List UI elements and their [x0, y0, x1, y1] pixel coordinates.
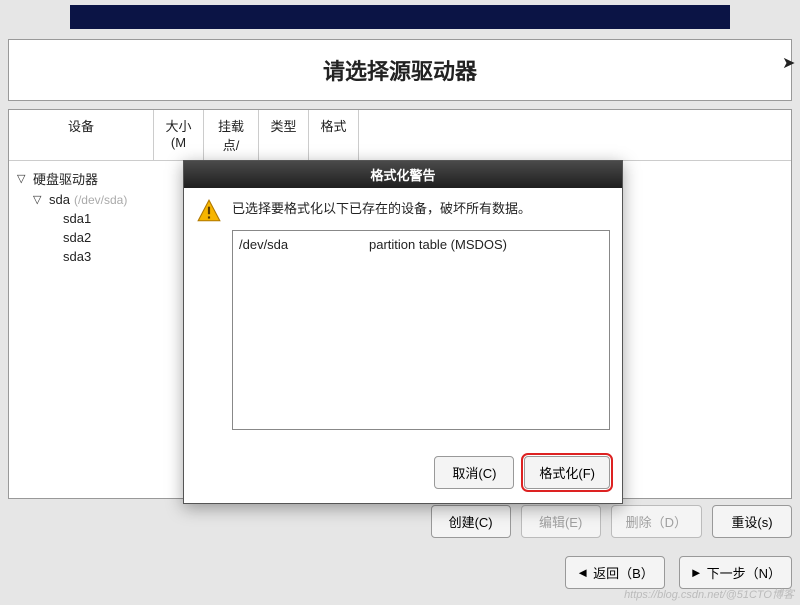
device-desc: partition table (MSDOS)	[369, 237, 507, 252]
col-device[interactable]: 设备	[9, 110, 154, 160]
col-format[interactable]: 格式	[309, 110, 359, 160]
delete-button: 删除（D）	[611, 505, 702, 538]
cancel-button[interactable]: 取消(C)	[434, 456, 514, 489]
warning-icon	[196, 198, 222, 224]
part-name: sda2	[63, 230, 163, 245]
col-size-line1: 大小	[165, 119, 191, 134]
format-button[interactable]: 格式化(F)	[524, 456, 610, 489]
col-size[interactable]: 大小 (M	[154, 110, 204, 160]
next-label: 下一步（N）	[707, 563, 781, 582]
grid-header: 设备 大小 (M 挂载点/ 类型 格式	[9, 110, 791, 161]
tree-root-label: 硬盘驱动器	[33, 169, 98, 188]
part-name: sda1	[63, 211, 163, 226]
part-name: sda3	[63, 249, 163, 264]
back-label: 返回（B）	[593, 563, 654, 582]
col-size-line2: (M	[171, 135, 186, 150]
tree-sda-path: (/dev/sda)	[74, 193, 127, 207]
page-title: 请选择源驱动器	[323, 54, 477, 86]
action-row: 创建(C) 编辑(E) 删除（D） 重设(s)	[8, 505, 792, 538]
arrow-left-icon: ◄	[576, 565, 589, 580]
warning-text: 已选择要格式化以下已存在的设备，破坏所有数据。	[232, 198, 531, 217]
list-item[interactable]: /dev/sda partition table (MSDOS)	[239, 235, 603, 254]
back-button[interactable]: ◄ 返回（B）	[565, 556, 665, 589]
dialog-buttons: 取消(C) 格式化(F)	[196, 456, 610, 489]
title-panel: 请选择源驱动器	[8, 39, 792, 101]
device-path: /dev/sda	[239, 237, 309, 252]
arrow-right-icon: ►	[690, 565, 703, 580]
create-button[interactable]: 创建(C)	[431, 505, 511, 538]
col-mount[interactable]: 挂载点/	[204, 110, 259, 160]
format-warning-dialog: 格式化警告 已选择要格式化以下已存在的设备，破坏所有数据。 /dev/sda p…	[183, 160, 623, 504]
next-button[interactable]: ► 下一步（N）	[679, 556, 792, 589]
chevron-down-icon[interactable]: ▽	[33, 193, 45, 206]
nav-row: ◄ 返回（B） ► 下一步（N）	[8, 556, 792, 589]
col-type[interactable]: 类型	[259, 110, 309, 160]
chevron-down-icon[interactable]: ▽	[17, 172, 29, 185]
reset-button[interactable]: 重设(s)	[712, 505, 792, 538]
banner-bar	[70, 5, 730, 29]
dialog-title: 格式化警告	[184, 161, 622, 188]
dialog-body: 已选择要格式化以下已存在的设备，破坏所有数据。 /dev/sda partiti…	[184, 188, 622, 503]
tree-sda-label: sda	[49, 192, 70, 207]
edit-button: 编辑(E)	[521, 505, 601, 538]
device-list[interactable]: /dev/sda partition table (MSDOS)	[232, 230, 610, 430]
